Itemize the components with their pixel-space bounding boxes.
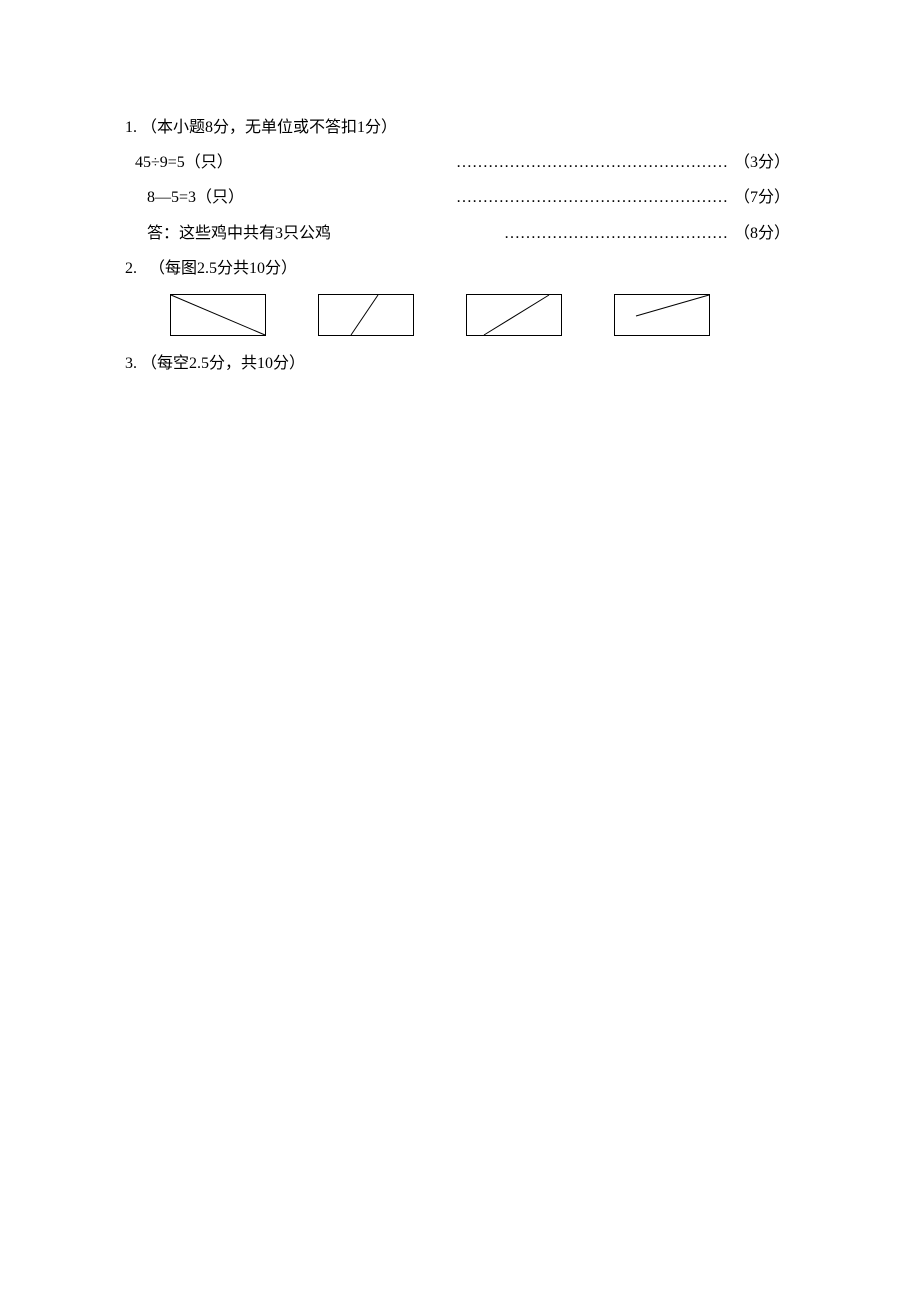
q2-header-line: 2. （每图2.5分共10分） <box>125 251 790 286</box>
q1-step2-pts: （7分） <box>734 180 790 215</box>
q1-header-line: 1. （本小题8分，无单位或不答扣1分） <box>125 110 790 145</box>
q2-figure-4 <box>614 294 710 336</box>
q2-figure-2 <box>318 294 414 336</box>
q1-step1: 45÷9=5（只） （3分） <box>125 145 790 180</box>
q2-number: 2. <box>125 251 137 286</box>
q1-answer-text: 这些鸡中共有3只公鸡 <box>179 225 331 242</box>
q1-step2-dots <box>250 180 728 215</box>
rect-diagonal-bl-tr-icon <box>466 294 562 336</box>
q1-number: 1. <box>125 110 137 145</box>
q1-answer-label: 答： <box>147 225 179 242</box>
q1-step1-pts: （3分） <box>734 145 790 180</box>
q2-header: （每图2.5分共10分） <box>149 260 297 277</box>
q3-number: 3. <box>125 346 137 381</box>
q3-header-line: 3. （每空2.5分，共10分） <box>125 346 790 381</box>
rect-line-to-corner-icon <box>614 294 710 336</box>
q2-figures <box>170 294 790 336</box>
q1-answer-pts: （8分） <box>734 216 790 251</box>
q1-step2-eq: 8—5=3（只） <box>147 180 244 215</box>
q1-header: （本小题8分，无单位或不答扣1分） <box>141 119 397 136</box>
q1-answer-dots <box>337 216 728 251</box>
q3-header: （每空2.5分，共10分） <box>141 355 305 372</box>
q1-answer: 答：这些鸡中共有3只公鸡 （8分） <box>125 216 790 251</box>
document-page: 1. （本小题8分，无单位或不答扣1分） 45÷9=5（只） （3分） 8—5=… <box>0 0 920 381</box>
q1-step1-eq: 45÷9=5（只） <box>135 145 233 180</box>
q2-figure-1 <box>170 294 266 336</box>
q1-step2: 8—5=3（只） （7分） <box>125 180 790 215</box>
rect-diagonal-tl-br-icon <box>170 294 266 336</box>
q2-figure-3 <box>466 294 562 336</box>
rect-diagonal-topmid-icon <box>318 294 414 336</box>
q1-step1-dots <box>239 145 728 180</box>
